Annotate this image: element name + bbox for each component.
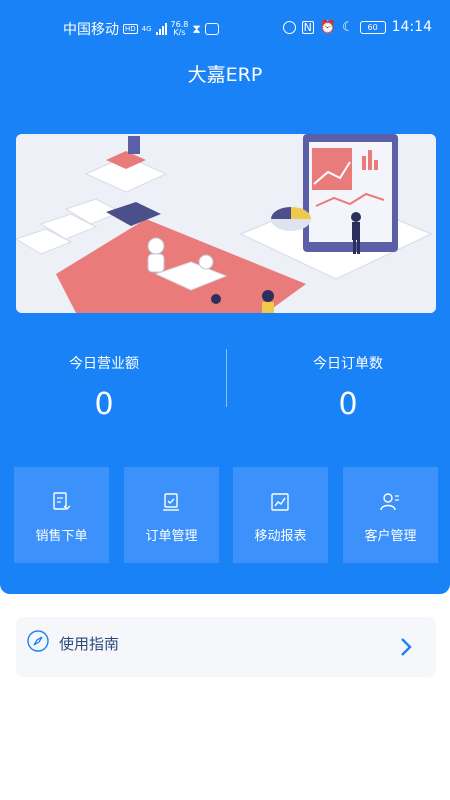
stat-orders-value: 0 [338, 387, 358, 422]
customer-management-icon [380, 493, 399, 511]
menu-grid: 销售下单 订单管理 移动报表 客户管理 [14, 467, 438, 563]
status-left: 中国移动 HD 4G 76.8 K/s ⧗ [63, 19, 219, 39]
stats-section: 今日营业额 0 今日订单数 0 [0, 345, 450, 425]
menu-customer-management-button[interactable]: 客户管理 [343, 467, 438, 563]
battery-level: 60 [367, 22, 378, 32]
carrier-label: 中国移动 [63, 22, 119, 38]
stat-revenue-label: 今日营业额 [69, 356, 139, 372]
status-right: N ⏰ ☾ 60 14:14 [282, 19, 432, 35]
menu-mobile-report-button[interactable]: 移动报表 [233, 467, 328, 563]
stat-revenue-value: 0 [94, 387, 114, 422]
order-management-icon [163, 493, 179, 511]
hd-badge: HD [123, 24, 138, 34]
clock-time: 14:14 [391, 19, 432, 35]
nfc-icon: N [301, 20, 314, 34]
chevron-right-icon[interactable] [398, 637, 414, 657]
speed-unit: K/s [173, 28, 186, 37]
menu-order-management-button[interactable]: 订单管理 [124, 467, 219, 563]
alarm-icon: ⏰ [319, 19, 336, 35]
menu-mobile-report-label: 移动报表 [254, 529, 307, 544]
data-saver-icon [282, 20, 296, 34]
signal-icon [155, 23, 167, 35]
compass-icon [27, 630, 49, 652]
stat-orders-label: 今日订单数 [313, 356, 383, 372]
user-guide-row[interactable]: 使用指南 [16, 617, 436, 677]
sales-order-icon [53, 492, 71, 510]
message-icon [204, 23, 219, 35]
user-guide-label: 使用指南 [59, 635, 120, 653]
menu-sales-order-button[interactable]: 销售下单 [14, 467, 109, 563]
network-speed: 76.8 K/s [171, 21, 189, 37]
stats-divider [226, 349, 227, 407]
mobile-report-icon [271, 493, 289, 511]
network-label: 4G [141, 25, 152, 33]
menu-customer-management-label: 客户管理 [364, 529, 417, 544]
hourglass-icon: ⧗ [192, 21, 201, 36]
stat-orders: 今日订单数 0 [248, 345, 448, 422]
banner-image [16, 134, 436, 313]
moon-icon: ☾ [341, 19, 354, 35]
menu-sales-order-label: 销售下单 [35, 529, 88, 544]
header-panel: 中国移动 HD 4G 76.8 K/s ⧗ N ⏰ ☾ 60 14:14 大嘉E… [0, 0, 450, 594]
stat-revenue: 今日营业额 0 [4, 345, 204, 422]
battery-icon: 60 [359, 20, 386, 34]
menu-order-management-label: 订单管理 [145, 529, 198, 544]
status-bar: 中国移动 HD 4G 76.8 K/s ⧗ N ⏰ ☾ 60 14:14 [0, 0, 450, 56]
app-title: 大嘉ERP [187, 64, 263, 86]
office-illustration [16, 134, 436, 313]
